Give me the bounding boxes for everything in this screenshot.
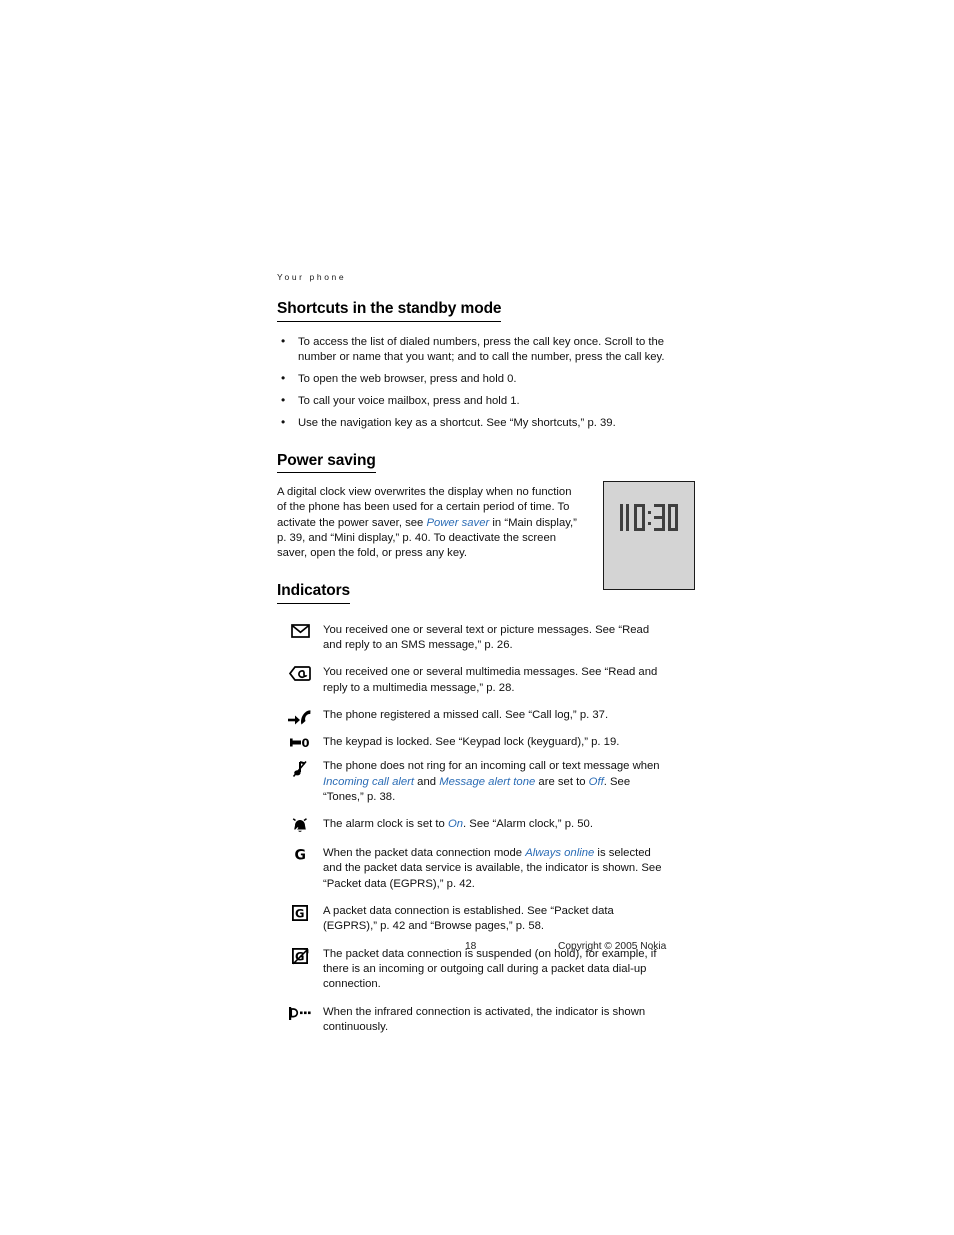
indicator-row-gprs-suspended: G The packet data connection is suspende… bbox=[277, 947, 669, 993]
indicator-text: A packet data connection is established.… bbox=[323, 905, 614, 933]
infrared-icon bbox=[277, 1005, 323, 1021]
alarm-text-2: . See “Alarm clock,” p. 50. bbox=[463, 818, 593, 831]
indicator-row-keypad-lock: 0 The keypad is locked. See “Keypad lock… bbox=[277, 735, 669, 750]
gprs-text-1: When the packet data connection mode bbox=[323, 847, 526, 860]
list-item: To open the web browser, press and hold … bbox=[277, 371, 669, 387]
gprs-available-icon: G bbox=[277, 846, 323, 863]
indicator-text: The packet data connection is suspended … bbox=[323, 947, 657, 991]
shortcuts-heading-wrap: Shortcuts in the standby mode bbox=[277, 300, 669, 329]
indicator-row-silent-mode: The phone does not ring for an incoming … bbox=[277, 759, 669, 805]
keypad-lock-icon: 0 bbox=[277, 735, 323, 749]
gprs-connected-icon: G bbox=[277, 904, 323, 922]
power-saving-heading: Power saving bbox=[277, 452, 376, 474]
seven-segment-clock-icon bbox=[620, 504, 678, 532]
power-saver-xref[interactable]: Power saver bbox=[426, 517, 489, 529]
indicator-row-infrared: When the infrared connection is activate… bbox=[277, 1005, 669, 1036]
alarm-text-1: The alarm clock is set to bbox=[323, 818, 448, 831]
indicator-text: The phone registered a missed call. See … bbox=[323, 709, 609, 721]
indicators-list: You received one or several text or pict… bbox=[277, 623, 669, 1035]
copyright-notice: Copyright © 2005 Nokia bbox=[558, 941, 667, 952]
indicator-text: The alarm clock is set to On. See “Alarm… bbox=[323, 817, 669, 832]
indicator-row-missed-call: The phone registered a missed call. See … bbox=[277, 708, 669, 726]
indicator-text: You received one or several text or pict… bbox=[323, 623, 650, 652]
multimedia-message-icon bbox=[277, 665, 323, 682]
list-item: To call your voice mailbox, press and ho… bbox=[277, 393, 669, 409]
svg-text:G: G bbox=[295, 906, 304, 920]
message-alert-tone-xref[interactable]: Message alert tone bbox=[439, 776, 535, 788]
indicators-heading: Indicators bbox=[277, 582, 350, 604]
indicator-row-gprs-connected: G A packet data connection is establishe… bbox=[277, 904, 669, 935]
power-saving-paragraph: A digital clock view overwrites the disp… bbox=[277, 485, 579, 561]
on-value-xref[interactable]: On bbox=[448, 818, 463, 830]
power-saving-block: A digital clock view overwrites the disp… bbox=[277, 481, 695, 591]
silent-mode-icon bbox=[277, 759, 323, 778]
alarm-clock-icon bbox=[277, 817, 323, 834]
indicator-row-alarm-clock: The alarm clock is set to On. See “Alarm… bbox=[277, 817, 669, 834]
list-item: To access the list of dialed numbers, pr… bbox=[277, 334, 669, 365]
indicator-text: You received one or several multimedia m… bbox=[323, 666, 658, 694]
page-content: Your phone Shortcuts in the standby mode… bbox=[277, 272, 695, 1047]
gprs-suspended-icon: G bbox=[277, 947, 323, 965]
indicator-row-sms: You received one or several text or pict… bbox=[277, 623, 669, 654]
silent-text-2: and bbox=[414, 775, 440, 788]
indicator-row-gprs-available: G When the packet data connection mode A… bbox=[277, 846, 669, 892]
incoming-call-alert-xref[interactable]: Incoming call alert bbox=[323, 776, 414, 788]
svg-text:G: G bbox=[294, 848, 306, 863]
off-value-xref[interactable]: Off bbox=[589, 776, 604, 788]
indicator-text: The keypad is locked. See “Keypad lock (… bbox=[323, 736, 620, 748]
envelope-icon bbox=[277, 623, 323, 638]
always-online-xref[interactable]: Always online bbox=[525, 847, 594, 859]
page-number: 18 bbox=[465, 941, 477, 952]
power-saving-heading-wrap: Power saving bbox=[277, 452, 669, 481]
silent-text-1: The phone does not ring for an incoming … bbox=[323, 760, 660, 773]
indicator-text: The phone does not ring for an incoming … bbox=[323, 759, 669, 805]
running-header: Your phone bbox=[277, 272, 347, 282]
indicator-row-mms: You received one or several multimedia m… bbox=[277, 665, 669, 696]
shortcuts-heading: Shortcuts in the standby mode bbox=[277, 300, 502, 322]
indicator-text: When the packet data connection mode Alw… bbox=[323, 846, 669, 892]
digital-clock-display bbox=[603, 481, 695, 591]
silent-text-3: are set to bbox=[535, 775, 589, 788]
svg-text:0: 0 bbox=[302, 736, 310, 749]
manual-page: Your phone Shortcuts in the standby mode… bbox=[0, 0, 954, 1235]
missed-call-icon bbox=[277, 708, 323, 726]
indicator-text: When the infrared connection is activate… bbox=[323, 1005, 646, 1033]
list-item: Use the navigation key as a shortcut. Se… bbox=[277, 415, 669, 431]
shortcuts-list: To access the list of dialed numbers, pr… bbox=[277, 334, 669, 432]
